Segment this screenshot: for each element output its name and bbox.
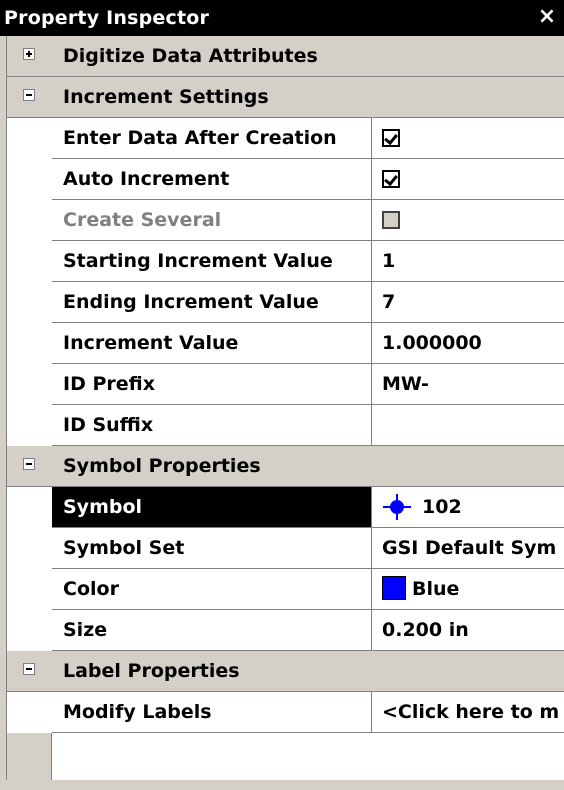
property-row-ending-increment-value[interactable]: Ending Increment Value 7 xyxy=(7,282,564,323)
property-name: Size xyxy=(52,610,372,651)
property-row-color[interactable]: Color Blue xyxy=(7,569,564,610)
category-label: Label Properties xyxy=(63,660,240,682)
property-name: ID Prefix xyxy=(52,364,372,405)
property-inspector-panel: Property Inspector × Digitize Data Attri… xyxy=(0,0,564,790)
property-row-symbol[interactable]: Symbol 102 xyxy=(7,487,564,528)
property-row-id-suffix[interactable]: ID Suffix xyxy=(7,405,564,446)
property-grid: Digitize Data Attributes Increment Setti… xyxy=(6,36,564,780)
property-name: ID Suffix xyxy=(52,405,372,446)
size-field[interactable]: 0.200 in xyxy=(372,610,564,651)
category-label: Increment Settings xyxy=(63,86,269,108)
category-increment-settings[interactable]: Increment Settings xyxy=(7,77,564,118)
crosshair-dot-icon xyxy=(383,494,411,520)
property-name: Auto Increment xyxy=(52,159,372,200)
symbol-set-field[interactable]: GSI Default Sym xyxy=(372,528,564,569)
increment-value-field[interactable]: 1.000000 xyxy=(372,323,564,364)
category-label: Symbol Properties xyxy=(63,455,261,477)
modify-labels-field[interactable]: <Click here to m xyxy=(372,692,564,733)
collapse-minus-icon[interactable] xyxy=(23,663,35,675)
color-value[interactable]: Blue xyxy=(372,569,564,610)
property-name: Color xyxy=(52,569,372,610)
property-row-increment-value[interactable]: Increment Value 1.000000 xyxy=(7,323,564,364)
collapse-minus-icon[interactable] xyxy=(23,89,35,101)
property-name: Enter Data After Creation xyxy=(52,118,372,159)
property-row-create-several: Create Several xyxy=(7,200,564,241)
property-row-id-prefix[interactable]: ID Prefix MW- xyxy=(7,364,564,405)
property-row-auto-increment[interactable]: Auto Increment xyxy=(7,159,564,200)
category-label: Digitize Data Attributes xyxy=(63,45,318,67)
auto-increment-checkbox[interactable] xyxy=(382,170,400,188)
category-symbol-properties[interactable]: Symbol Properties xyxy=(7,446,564,487)
property-value xyxy=(372,200,564,241)
title-bar[interactable]: Property Inspector × xyxy=(0,0,564,36)
property-name: Increment Value xyxy=(52,323,372,364)
symbol-number: 102 xyxy=(422,496,462,518)
property-value[interactable] xyxy=(372,159,564,200)
property-name: Starting Increment Value xyxy=(52,241,372,282)
ending-increment-value-field[interactable]: 7 xyxy=(372,282,564,323)
property-name: Symbol xyxy=(52,487,372,528)
property-name: Ending Increment Value xyxy=(52,282,372,323)
id-prefix-field[interactable]: MW- xyxy=(372,364,564,405)
expand-plus-icon[interactable] xyxy=(23,48,35,60)
panel-bottom-edge xyxy=(0,780,564,790)
enter-data-after-creation-checkbox[interactable] xyxy=(382,129,400,147)
starting-increment-value-field[interactable]: 1 xyxy=(372,241,564,282)
create-several-checkbox xyxy=(382,211,400,229)
property-name: Create Several xyxy=(52,200,372,241)
collapse-minus-icon[interactable] xyxy=(23,458,35,470)
property-row-symbol-set[interactable]: Symbol Set GSI Default Sym xyxy=(7,528,564,569)
property-value[interactable] xyxy=(372,118,564,159)
property-name: Symbol Set xyxy=(52,528,372,569)
id-suffix-field[interactable] xyxy=(372,405,564,446)
property-row-modify-labels[interactable]: Modify Labels <Click here to m xyxy=(7,692,564,733)
color-name: Blue xyxy=(412,578,460,600)
category-digitize-data-attributes[interactable]: Digitize Data Attributes xyxy=(7,36,564,77)
category-label-properties[interactable]: Label Properties xyxy=(7,651,564,692)
property-row-enter-data-after-creation[interactable]: Enter Data After Creation xyxy=(7,118,564,159)
close-icon[interactable]: × xyxy=(536,4,558,30)
panel-title: Property Inspector xyxy=(4,7,210,29)
property-row-starting-increment-value[interactable]: Starting Increment Value 1 xyxy=(7,241,564,282)
property-name: Modify Labels xyxy=(52,692,372,733)
property-row-size[interactable]: Size 0.200 in xyxy=(7,610,564,651)
color-swatch xyxy=(382,576,406,600)
symbol-value[interactable]: 102 xyxy=(372,487,564,528)
